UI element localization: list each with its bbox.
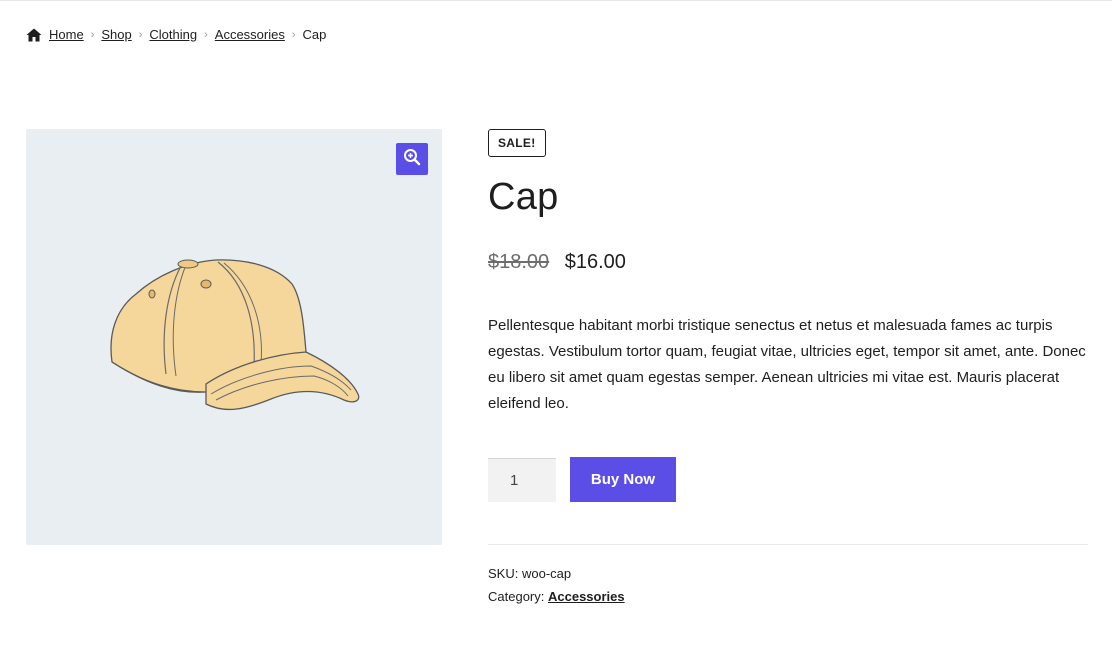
sale-price: $16.00 bbox=[564, 251, 626, 273]
old-price: $18.00 bbox=[488, 251, 550, 273]
quantity-input[interactable] bbox=[488, 457, 556, 502]
zoom-button[interactable] bbox=[396, 143, 428, 175]
divider bbox=[488, 544, 1088, 545]
product-description: Pellentesque habitant morbi tristique se… bbox=[488, 317, 1086, 412]
category-label: Category: bbox=[488, 589, 545, 604]
zoom-in-icon bbox=[403, 148, 421, 171]
product-summary: SALE! Cap $18.00 $16.00 Pellentesque hab… bbox=[488, 129, 1088, 608]
breadcrumb: Home › Shop › Clothing › Accessories › C… bbox=[26, 26, 326, 44]
chevron-right-icon: › bbox=[204, 29, 208, 41]
product-title: Cap bbox=[488, 176, 559, 218]
chevron-right-icon: › bbox=[138, 29, 143, 41]
sku-value: woo-cap bbox=[521, 566, 572, 581]
sale-badge: SALE! bbox=[488, 129, 546, 157]
chevron-right-icon: › bbox=[90, 29, 95, 41]
sku-label: SKU: bbox=[488, 566, 519, 581]
product-meta: SKU: woo-cap Category: Accessories bbox=[488, 562, 1088, 608]
price: $18.00 $16.00 bbox=[488, 247, 1088, 277]
top-border bbox=[0, 0, 1112, 1]
sku-row: SKU: woo-cap bbox=[488, 562, 1088, 585]
product-image-cap[interactable] bbox=[106, 254, 366, 424]
home-icon[interactable] bbox=[26, 28, 42, 42]
breadcrumb-link-accessories[interactable]: Accessories bbox=[215, 26, 285, 44]
category-row: Category: Accessories bbox=[488, 585, 1088, 608]
add-to-cart-form: Buy Now bbox=[488, 457, 1088, 502]
breadcrumb-link-home[interactable]: Home bbox=[49, 26, 84, 44]
breadcrumb-link-clothing[interactable]: Clothing bbox=[149, 26, 197, 44]
buy-now-button[interactable]: Buy Now bbox=[570, 457, 676, 502]
breadcrumb-current: Cap bbox=[302, 27, 327, 42]
category-link[interactable]: Accessories bbox=[548, 589, 625, 604]
breadcrumb-link-shop[interactable]: Shop bbox=[101, 26, 131, 44]
chevron-right-icon: › bbox=[291, 29, 296, 41]
product-gallery[interactable] bbox=[26, 129, 442, 545]
